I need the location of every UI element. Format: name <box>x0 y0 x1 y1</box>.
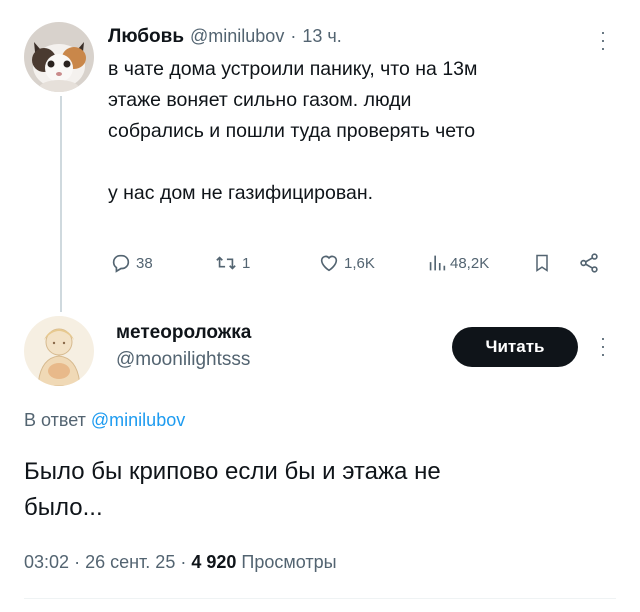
parent-text-line: этаже воняет сильно газом. люди <box>108 89 412 111</box>
retweet-button[interactable]: 1 <box>214 252 250 274</box>
parent-text-line: собрались и пошли туда проверять чето <box>108 120 476 142</box>
share-button[interactable] <box>578 252 600 274</box>
bottom-divider <box>24 598 616 599</box>
tweet-date[interactable]: 26 сент. 25 <box>85 552 175 572</box>
avatar-moonilightsss[interactable] <box>24 316 94 386</box>
thread-connector <box>60 96 62 312</box>
reply-icon <box>112 254 130 273</box>
more-icon[interactable]: · · · <box>598 23 608 57</box>
reply-tweet-text: Было бы крипово если бы и этажа не было.… <box>24 454 614 526</box>
parent-tweet-text: в чате дома устроили панику, что на 13м … <box>108 54 618 209</box>
parent-timestamp[interactable]: 13 ч. <box>302 26 341 47</box>
parent-text-line: у нас дом не газифицирован. <box>108 182 374 204</box>
heart-icon <box>320 255 338 272</box>
like-button[interactable]: 1,6K <box>318 252 375 274</box>
more-icon[interactable]: · · · <box>598 329 608 363</box>
reply-handle[interactable]: @moonilightsss <box>116 346 251 374</box>
parent-text-line: в чате дома устроили панику, что на 13м <box>108 58 478 80</box>
views-button[interactable]: 48,2K <box>426 252 489 274</box>
in-reply-to: В ответ @minilubov <box>24 410 185 431</box>
parent-tweet-header: Любовь @minilubov · 13 ч. <box>108 26 342 48</box>
follow-button[interactable]: Читать <box>452 327 578 367</box>
retweet-icon <box>216 256 236 270</box>
meta-separator: · <box>180 552 187 572</box>
kitten-avatar-image <box>24 22 94 92</box>
tweet-metadata: 03:02 · 26 сент. 25 · 4 920 Просмотры <box>24 552 337 573</box>
tweet-time[interactable]: 03:02 <box>24 552 69 572</box>
avatar-minilubov[interactable] <box>24 22 94 92</box>
views-total: 4 920 <box>191 552 237 572</box>
in-reply-prefix: В ответ <box>24 410 86 430</box>
header-separator: · <box>290 26 297 46</box>
action-bar: 38 1 1,6K 48,2K <box>110 250 610 276</box>
bookmark-icon <box>536 254 548 272</box>
drawing-avatar-image <box>24 316 94 386</box>
parent-handle[interactable]: @minilubov <box>190 26 284 47</box>
reply-button[interactable]: 38 <box>110 252 153 274</box>
in-reply-handle-link[interactable]: @minilubov <box>91 410 185 430</box>
reply-display-name[interactable]: метеороложка <box>116 320 251 346</box>
views-count: 48,2K <box>450 254 490 272</box>
views-icon <box>429 255 446 271</box>
reply-author-info: метеороложка @moonilightsss <box>116 320 251 374</box>
reply-count: 38 <box>136 254 153 272</box>
share-icon <box>580 253 598 273</box>
reply-text-line: Было бы крипово если бы и этажа не <box>24 458 441 485</box>
retweet-count: 1 <box>242 254 251 272</box>
like-count: 1,6K <box>344 254 375 272</box>
views-label: Просмотры <box>241 552 337 572</box>
meta-separator: · <box>74 552 81 572</box>
parent-display-name[interactable]: Любовь <box>108 26 184 48</box>
reply-text-line: было... <box>24 494 103 521</box>
bookmark-button[interactable] <box>532 252 552 274</box>
